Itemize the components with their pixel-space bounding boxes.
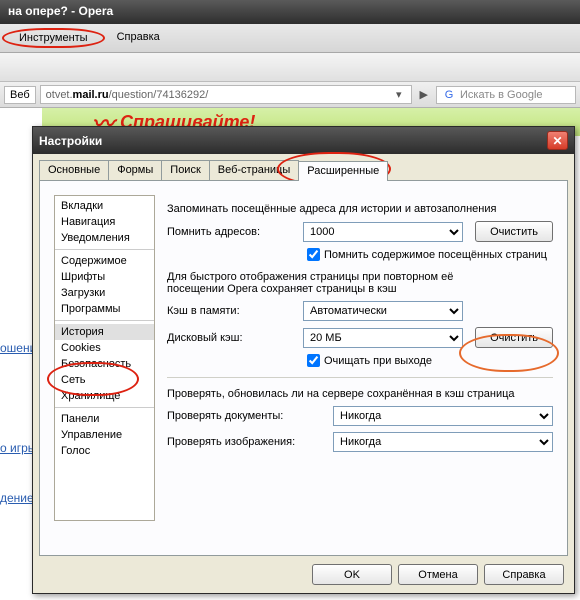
cancel-button[interactable]: Отмена <box>398 564 478 585</box>
go-button[interactable]: ▶ <box>416 88 432 101</box>
nav-network[interactable]: Сеть <box>55 372 154 388</box>
dialog-title: Настройки <box>39 134 102 148</box>
nav-panels[interactable]: Панели <box>55 411 154 427</box>
check-imgs-label: Проверять изображения: <box>167 436 327 448</box>
url-prefix: otvet. <box>46 89 73 101</box>
nav-fonts[interactable]: Шрифты <box>55 269 154 285</box>
nav-content[interactable]: Содержимое <box>55 253 154 269</box>
toolbar-strip <box>0 53 580 82</box>
url-path: /question/74136292/ <box>109 89 209 101</box>
nav-downloads[interactable]: Загрузки <box>55 285 154 301</box>
nav-navigation[interactable]: Навигация <box>55 214 154 230</box>
clear-on-exit-checkbox[interactable] <box>307 354 320 367</box>
nav-programs[interactable]: Программы <box>55 301 154 317</box>
settings-dialog: Настройки ✕ Основные Формы Поиск Веб-стр… <box>32 126 575 594</box>
nav-voice[interactable]: Голос <box>55 443 154 459</box>
close-button[interactable]: ✕ <box>547 131 568 150</box>
help-button[interactable]: Справка <box>484 564 564 585</box>
menubar: Инструменты Справка <box>0 24 580 53</box>
ok-button[interactable]: OK <box>312 564 392 585</box>
check-section-text: Проверять, обновилась ли на сервере сохр… <box>167 388 553 400</box>
tab-advanced[interactable]: Расширенные <box>298 161 388 181</box>
nav-tabs[interactable]: Вкладки <box>55 198 154 214</box>
settings-content: Запоминать посещённые адреса для истории… <box>167 195 553 541</box>
cache-section-text: Для быстрого отображения страницы при по… <box>167 271 497 295</box>
disk-cache-label: Дисковый кэш: <box>167 332 297 344</box>
nav-history[interactable]: История <box>55 324 154 340</box>
window-title: на опере? - Opera <box>0 0 580 24</box>
check-imgs-select[interactable]: Никогда <box>333 432 553 452</box>
dialog-titlebar: Настройки ✕ <box>33 127 574 154</box>
check-docs-label: Проверять документы: <box>167 410 327 422</box>
mem-cache-label: Кэш в памяти: <box>167 305 297 317</box>
nav-security[interactable]: Безопасность <box>55 356 154 372</box>
disk-cache-select[interactable]: 20 МБ <box>303 328 463 348</box>
search-placeholder: Искать в Google <box>460 89 543 101</box>
tab-search[interactable]: Поиск <box>161 160 209 180</box>
address-bar: Веб otvet.mail.ru/question/74136292/ ▾ ▶… <box>0 82 580 108</box>
close-icon: ✕ <box>552 134 562 148</box>
clear-history-button[interactable]: Очистить <box>475 221 553 242</box>
chevron-down-icon[interactable]: ▾ <box>392 88 406 101</box>
url-field[interactable]: otvet.mail.ru/question/74136292/ ▾ <box>40 85 412 104</box>
remember-addresses-label: Помнить адресов: <box>167 226 297 238</box>
tab-main[interactable]: Основные <box>39 160 109 180</box>
remember-content-label: Помнить содержимое посещённых страниц <box>324 249 547 261</box>
mem-cache-select[interactable]: Автоматически <box>303 301 463 321</box>
clear-on-exit-label: Очищать при выходе <box>324 355 432 367</box>
menu-help[interactable]: Справка <box>107 28 170 48</box>
nav-management[interactable]: Управление <box>55 427 154 443</box>
search-box[interactable]: G Искать в Google <box>436 86 576 104</box>
menu-tools[interactable]: Инструменты <box>2 28 105 48</box>
nav-cookies[interactable]: Cookies <box>55 340 154 356</box>
tab-webpages[interactable]: Веб-страницы <box>209 160 300 180</box>
nav-notifications[interactable]: Уведомления <box>55 230 154 246</box>
tab-forms[interactable]: Формы <box>108 160 162 180</box>
clear-cache-button[interactable]: Очистить <box>475 327 553 348</box>
left-nav: Вкладки Навигация Уведомления Содержимое… <box>54 195 155 521</box>
tab-panel: Вкладки Навигация Уведомления Содержимое… <box>39 180 568 556</box>
remember-addresses-select[interactable]: 1000 <box>303 222 463 242</box>
check-docs-select[interactable]: Никогда <box>333 406 553 426</box>
nav-storage[interactable]: Хранилище <box>55 388 154 404</box>
tabs: Основные Формы Поиск Веб-страницы Расшир… <box>33 154 574 180</box>
remember-content-checkbox[interactable] <box>307 248 320 261</box>
google-icon: G <box>442 89 456 101</box>
url-domain: mail.ru <box>73 89 109 101</box>
history-section-text: Запоминать посещённые адреса для истории… <box>167 203 553 215</box>
web-label[interactable]: Веб <box>4 86 36 104</box>
dialog-buttons: OK Отмена Справка <box>312 564 564 585</box>
